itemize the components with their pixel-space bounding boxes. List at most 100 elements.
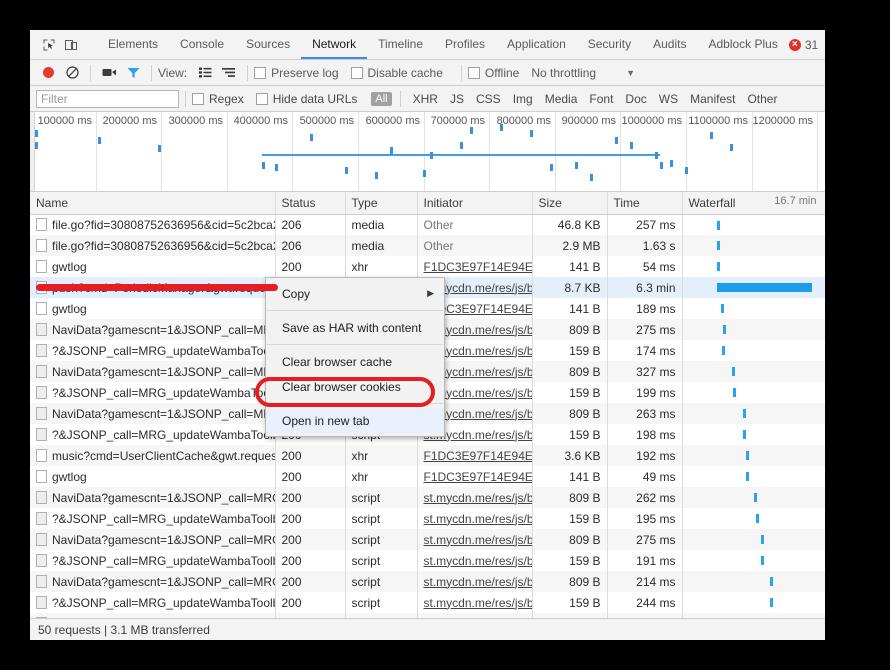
cell-initiator[interactable]: st.mycdn.me/res/js/b/5...: [417, 529, 532, 550]
tab-adblock-plus[interactable]: Adblock Plus: [697, 30, 788, 59]
view-waterfall-button[interactable]: [217, 62, 241, 84]
device-toolbar-icon[interactable]: [60, 34, 82, 56]
cell-name[interactable]: music?cmd=UserClientCache&gwt.requested.…: [30, 445, 275, 466]
cell-name[interactable]: NaviData?gamescnt=1&JSONP_call=MRG_up...: [30, 487, 275, 508]
filter-toggle-button[interactable]: [121, 62, 145, 84]
cell-name[interactable]: NaviData?gamescnt=1&JSONP_call=MRG_up...: [30, 571, 275, 592]
cell-name[interactable]: ?&JSONP_call=MRG_updateWambaToolbar&...: [30, 550, 275, 571]
context-menu[interactable]: Copy▶Save as HAR with contentClear brows…: [265, 277, 445, 437]
column-header-type[interactable]: Type: [345, 192, 417, 214]
initiator-link[interactable]: st.mycdn.me/res/js/b/5...: [424, 617, 533, 619]
view-list-button[interactable]: [193, 62, 217, 84]
table-row[interactable]: ?&JSONP_call=MRG_updateWambaToolbar&...2…: [30, 592, 825, 613]
filter-type-js[interactable]: JS: [444, 92, 470, 106]
filter-type-css[interactable]: CSS: [470, 92, 507, 106]
cell-name[interactable]: gwtlog: [30, 466, 275, 487]
table-row[interactable]: NaviData?gamescnt=1&JSONP_call=MRG_up...…: [30, 529, 825, 550]
search-input[interactable]: [36, 90, 179, 108]
table-row[interactable]: ?&JSONP_call=MRG_updateWambaToolbar&...2…: [30, 508, 825, 529]
column-header-initiator[interactable]: Initiator: [417, 192, 532, 214]
filter-type-manifest[interactable]: Manifest: [684, 92, 741, 106]
context-menu-item[interactable]: Open in new tab: [266, 408, 444, 433]
record-button[interactable]: [36, 62, 60, 84]
tab-elements[interactable]: Elements: [97, 30, 169, 59]
cell-name[interactable]: NaviData?gamescnt=1&JSONP_call=MRG_u...: [30, 361, 275, 382]
cell-name[interactable]: gwtlog: [30, 298, 275, 319]
table-row[interactable]: NaviData?gamescnt=1&JSONP_call=MRG_up...…: [30, 487, 825, 508]
tab-sources[interactable]: Sources: [235, 30, 301, 59]
initiator-link[interactable]: st.mycdn.me/res/js/b/5...: [424, 512, 533, 526]
column-header-waterfall[interactable]: Waterfall 16.7 min: [682, 192, 825, 214]
clear-button[interactable]: [60, 62, 84, 84]
filter-type-font[interactable]: Font: [583, 92, 619, 106]
cell-name[interactable]: NaviData?gamescnt=1&JSONP_call=MRG_...: [30, 403, 275, 424]
capture-screenshots-button[interactable]: [97, 62, 121, 84]
table-row[interactable]: gwtlog200xhrF1DC3E97F14E94E47FB...141 B4…: [30, 466, 825, 487]
table-row[interactable]: music?cmd=UserClientCache&gwt.requested.…: [30, 445, 825, 466]
cell-initiator[interactable]: st.mycdn.me/res/js/b/5...: [417, 550, 532, 571]
initiator-link[interactable]: F1DC3E97F14E94E47FB...: [424, 449, 533, 463]
table-row[interactable]: file.go?fid=30808752636956&cid=5c2bca244…: [30, 214, 825, 235]
tab-application[interactable]: Application: [496, 30, 577, 59]
column-header-name[interactable]: Name: [30, 192, 275, 214]
inspect-element-icon[interactable]: [38, 34, 60, 56]
cell-initiator[interactable]: st.mycdn.me/res/js/b/5...: [417, 613, 532, 618]
filter-type-doc[interactable]: Doc: [619, 92, 652, 106]
table-row[interactable]: NaviData?gamescnt=1&JSONP_call=MRG_up...…: [30, 613, 825, 618]
filter-type-ws[interactable]: WS: [653, 92, 684, 106]
regex-checkbox[interactable]: Regex: [192, 92, 244, 106]
context-menu-item[interactable]: Save as HAR with content: [266, 315, 444, 340]
filter-type-media[interactable]: Media: [539, 92, 584, 106]
cell-name[interactable]: NaviData?gamescnt=1&JSONP_call=MRG_up...: [30, 613, 275, 618]
tab-console[interactable]: Console: [169, 30, 235, 59]
cell-initiator[interactable]: F1DC3E97F14E94E47FB...: [417, 256, 532, 277]
cell-name[interactable]: ?&JSONP_call=MRG_updateWambaToolbar&...: [30, 508, 275, 529]
table-row[interactable]: NaviData?gamescnt=1&JSONP_call=MRG_up...…: [30, 571, 825, 592]
hide-data-urls-checkbox[interactable]: Hide data URLs: [256, 92, 358, 106]
initiator-link[interactable]: st.mycdn.me/res/js/b/5...: [424, 554, 533, 568]
column-header-size[interactable]: Size: [532, 192, 607, 214]
cell-name[interactable]: gwtlog: [30, 256, 275, 277]
tab-timeline[interactable]: Timeline: [367, 30, 434, 59]
cell-name[interactable]: NaviData?gamescnt=1&JSONP_call=MRG_u...: [30, 319, 275, 340]
initiator-link[interactable]: st.mycdn.me/res/js/b/5...: [424, 596, 533, 610]
initiator-link[interactable]: F1DC3E97F14E94E47FB...: [424, 470, 533, 484]
disable-cache-checkbox[interactable]: Disable cache: [351, 66, 443, 80]
cell-initiator[interactable]: st.mycdn.me/res/js/b/5...: [417, 487, 532, 508]
cell-initiator[interactable]: F1DC3E97F14E94E47FB...: [417, 466, 532, 487]
filter-type-img[interactable]: Img: [507, 92, 539, 106]
network-overview[interactable]: 100000 ms200000 ms300000 ms400000 ms5000…: [30, 112, 825, 192]
error-count-badge[interactable]: × 31: [789, 38, 824, 52]
cell-name[interactable]: ?&JSONP_call=MRG_updateWambaToolbar&...: [30, 424, 275, 445]
table-row[interactable]: ?&JSONP_call=MRG_updateWambaToolbar&...2…: [30, 550, 825, 571]
offline-checkbox[interactable]: Offline: [468, 66, 519, 80]
cell-name[interactable]: ?&JSONP_call=MRG_updateWambaToolbar&...: [30, 592, 275, 613]
overview-left-handle[interactable]: [30, 112, 35, 192]
column-header-time[interactable]: Time: [607, 192, 682, 214]
filter-type-other[interactable]: Other: [741, 92, 783, 106]
filter-type-xhr[interactable]: XHR: [407, 92, 444, 106]
table-row[interactable]: file.go?fid=30808752636956&cid=5c2bca244…: [30, 235, 825, 256]
tab-security[interactable]: Security: [577, 30, 642, 59]
table-row[interactable]: gwtlog200xhrF1DC3E97F14E94E47FB...141 B5…: [30, 256, 825, 277]
cell-initiator[interactable]: st.mycdn.me/res/js/b/5...: [417, 508, 532, 529]
tab-audits[interactable]: Audits: [642, 30, 697, 59]
initiator-link[interactable]: st.mycdn.me/res/js/b/5...: [424, 533, 533, 547]
cell-name[interactable]: ?&JSONP_call=MRG_updateWambaToolbar...: [30, 340, 275, 361]
cell-initiator[interactable]: F1DC3E97F14E94E47FB...: [417, 445, 532, 466]
tab-profiles[interactable]: Profiles: [434, 30, 496, 59]
cell-initiator[interactable]: st.mycdn.me/res/js/b/5...: [417, 571, 532, 592]
cell-name[interactable]: NaviData?gamescnt=1&JSONP_call=MRG_up...: [30, 529, 275, 550]
context-menu-item[interactable]: Copy▶: [266, 281, 444, 306]
filter-type-all[interactable]: All: [371, 92, 391, 106]
preserve-log-checkbox[interactable]: Preserve log: [254, 66, 338, 80]
cell-initiator[interactable]: st.mycdn.me/res/js/b/5...: [417, 592, 532, 613]
column-header-status[interactable]: Status: [275, 192, 345, 214]
throttling-select[interactable]: No throttling ▼: [531, 66, 635, 80]
cell-name[interactable]: file.go?fid=30808752636956&cid=5c2bca244…: [30, 235, 275, 256]
initiator-link[interactable]: st.mycdn.me/res/js/b/5...: [424, 491, 533, 505]
cell-name[interactable]: file.go?fid=30808752636956&cid=5c2bca244…: [30, 214, 275, 235]
tab-network[interactable]: Network: [301, 30, 367, 59]
initiator-link[interactable]: F1DC3E97F14E94E47FB...: [424, 260, 533, 274]
initiator-link[interactable]: st.mycdn.me/res/js/b/5...: [424, 575, 533, 589]
